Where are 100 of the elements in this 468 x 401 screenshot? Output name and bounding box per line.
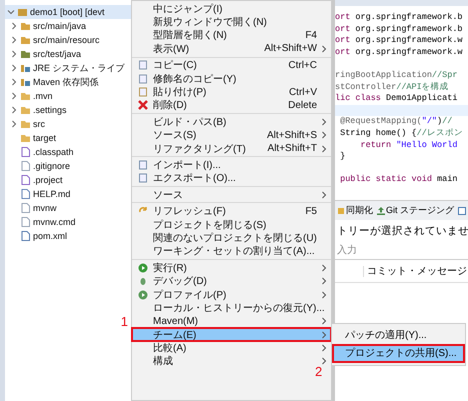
view-tab[interactable]: 同期化	[337, 204, 373, 217]
folder-icon	[20, 49, 31, 59]
tree-item[interactable]: .classpath	[5, 145, 131, 159]
tree-item[interactable]: .settings	[5, 103, 131, 117]
status-message: トリーが選択されていませ	[336, 224, 468, 239]
menu-item[interactable]: ソース	[132, 188, 331, 202]
folder-icon	[20, 133, 31, 143]
folder-icon	[20, 91, 31, 101]
step-number: 1	[120, 314, 128, 329]
view-tab[interactable]: Git ステージング	[377, 204, 454, 217]
code-line: ort org.springframework.b	[335, 24, 463, 34]
collapsed-chevron-icon[interactable]	[10, 120, 18, 128]
collapsed-chevron-icon[interactable]	[10, 22, 18, 30]
menu-item[interactable]: 新規ウィンドウで開く(N)	[132, 15, 331, 29]
tree-item[interactable]: .project	[5, 173, 131, 187]
bug-icon	[138, 276, 148, 286]
file-icon	[20, 231, 31, 241]
menu-item[interactable]: ビルド・パス(B)	[132, 115, 331, 129]
tree-item[interactable]: src/main/resourc	[5, 33, 131, 47]
menu-item[interactable]: 関連のないプロジェクトを閉じる(U)	[132, 231, 331, 245]
document-icon	[138, 87, 148, 98]
collapsed-chevron-icon[interactable]	[10, 36, 18, 44]
tree-item[interactable]: target	[5, 131, 131, 145]
menu-item[interactable]: 表示(W) Alt+Shift+W	[132, 42, 331, 56]
collapsed-chevron-icon[interactable]	[10, 92, 18, 100]
menu-item[interactable]: プロジェクトの共用(S)...	[333, 344, 464, 362]
tree-item[interactable]: src/main/java	[5, 19, 131, 33]
folder-icon	[20, 105, 31, 115]
menu-item[interactable]: Maven(M)	[132, 314, 331, 328]
delete-icon	[138, 100, 148, 110]
code-line: }	[339, 151, 346, 162]
file-icon	[20, 189, 31, 199]
menu-item[interactable]: チーム(E)	[132, 328, 331, 342]
menu-item[interactable]: リファクタリング(T) Alt+Shift+T	[132, 142, 331, 156]
git-icon	[458, 206, 466, 214]
tree-item[interactable]: demo1 [boot] [devt	[5, 5, 131, 19]
tree-item[interactable]: Maven 依存関係	[5, 75, 131, 89]
code-line: ringBootApplication//Spr	[335, 70, 458, 80]
tree-item[interactable]: .gitignore	[5, 159, 131, 173]
tree-item[interactable]: .mvn	[5, 89, 131, 103]
folder-icon	[20, 35, 31, 45]
tree-item[interactable]: src/test/java	[5, 47, 131, 61]
document-icon	[138, 60, 148, 70]
tree-item[interactable]: src	[5, 117, 131, 131]
menu-item[interactable]: 実行(R)	[132, 261, 331, 274]
menu-item[interactable]: プロジェクトを閉じる(S)	[132, 218, 331, 232]
menu-item[interactable]: 貼り付け(P) Ctrl+V	[132, 85, 331, 99]
collapsed-chevron-icon[interactable]	[10, 78, 18, 86]
menu-item[interactable]: 中にジャンプ(I)	[132, 2, 331, 16]
document-icon	[138, 173, 148, 184]
menu-item[interactable]: ワーキング・セットの割り当て(A)...	[132, 244, 331, 258]
run-icon	[138, 290, 148, 300]
collapsed-chevron-icon[interactable]	[10, 106, 18, 114]
menu-item[interactable]: リフレッシュ(F) F5	[132, 204, 331, 218]
sync-icon	[337, 206, 345, 214]
filter-field[interactable]: 入力	[335, 242, 468, 260]
code-line: lic class Demo1Applicati	[335, 93, 458, 104]
upload-icon	[377, 206, 385, 214]
menu-item[interactable]: インポート(I)...	[132, 158, 331, 172]
run-icon	[138, 262, 148, 273]
view-tab[interactable]	[458, 204, 466, 217]
file-icon	[20, 175, 31, 185]
document-icon	[138, 74, 148, 84]
menu-item[interactable]: 型階層を開く(N) F4	[132, 28, 331, 42]
menu-item[interactable]: エクスポート(O)...	[132, 172, 331, 186]
file-icon	[20, 161, 31, 171]
folder-icon	[20, 119, 31, 129]
expanded-chevron-icon[interactable]	[7, 8, 15, 16]
code-line: stController//APIを構成	[335, 82, 449, 92]
menu-item[interactable]: ローカル・ヒストリーからの復元(Y)...	[132, 301, 331, 315]
tree-item[interactable]: JRE システム・ライブ	[5, 61, 131, 75]
project-icon	[17, 7, 28, 17]
code-line: ort org.springframework.b	[335, 12, 463, 22]
menu-item[interactable]: 修飾名のコピー(Y)	[132, 72, 331, 86]
tree-item[interactable]: pom.xml	[5, 229, 131, 243]
file-icon	[20, 203, 31, 213]
menu-item[interactable]: 削除(D) Delete	[132, 98, 331, 112]
step-number: 2	[315, 364, 322, 379]
menu-item[interactable]: 比較(A)	[132, 341, 331, 355]
collapsed-chevron-icon[interactable]	[10, 50, 18, 58]
file-icon	[20, 217, 31, 227]
tree-item[interactable]: mvnw.cmd	[5, 215, 131, 229]
tree-item[interactable]: HELP.md	[5, 187, 131, 201]
collapsed-chevron-icon[interactable]	[10, 64, 18, 72]
menu-item[interactable]: ソース(S) Alt+Shift+S	[132, 128, 331, 142]
column-header[interactable]: コミット・メッセージ	[363, 266, 467, 277]
folder-icon	[20, 21, 31, 31]
code-line: String home() {//レスポン	[339, 128, 463, 138]
file-icon	[20, 147, 31, 157]
code-line: @RequestMapping("/")//	[339, 116, 452, 126]
library-icon	[20, 77, 31, 87]
library-icon	[20, 63, 31, 73]
document-icon	[138, 160, 148, 170]
code-line: public static void main	[339, 174, 458, 184]
menu-item[interactable]: コピー(C) Ctrl+C	[132, 58, 331, 72]
menu-item[interactable]: パッチの適用(Y)...	[333, 326, 464, 344]
code-line: ort org.springframework.w	[335, 35, 463, 46]
menu-item[interactable]: デバッグ(D)	[132, 274, 331, 288]
menu-item[interactable]: プロファイル(P)	[132, 288, 331, 302]
tree-item[interactable]: mvnw	[5, 201, 131, 215]
